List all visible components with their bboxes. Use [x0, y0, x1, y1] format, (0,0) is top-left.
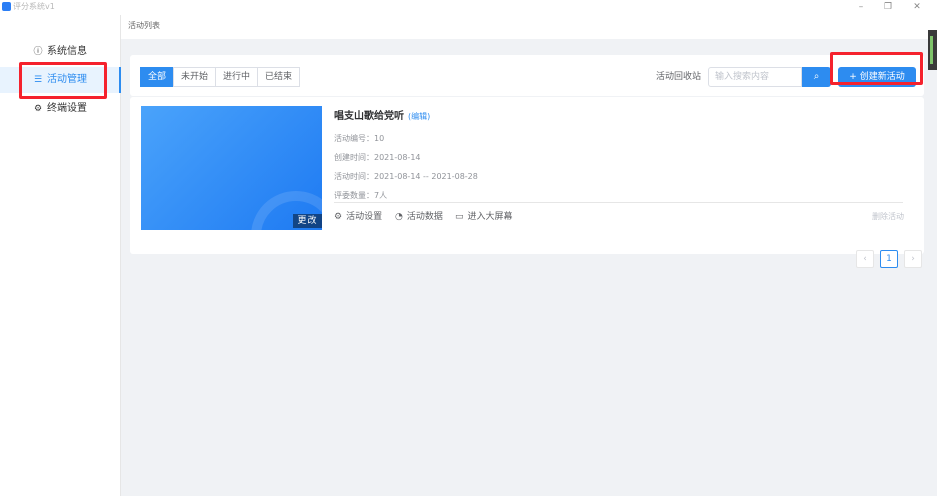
activity-cover-image: 更改 — [141, 106, 322, 230]
main-content: 活动列表 全部 未开始 进行中 已结束 活动回收站 ⌕ + 创建新活动 更改 唱… — [121, 15, 937, 496]
enter-big-screen-button[interactable]: ▭ 进入大屏幕 — [455, 210, 513, 224]
activity-info: 唱支山歌给党听 (编辑) 活动编号：10 创建时间：2021-08-14 活动时间… — [334, 109, 904, 222]
gear-icon: ⚙ — [334, 212, 343, 222]
sidebar-item-label: 系统信息 — [47, 46, 87, 57]
title-bar: 评分系统v1 – ❐ ✕ — [0, 0, 937, 15]
page-title: 活动列表 — [121, 15, 937, 39]
change-cover-button[interactable]: 更改 — [293, 214, 322, 228]
divider — [334, 202, 903, 203]
activity-id: 活动编号：10 — [334, 134, 385, 143]
toolbar: 全部 未开始 进行中 已结束 活动回收站 ⌕ + 创建新活动 — [130, 55, 924, 96]
activity-time-range: 活动时间：2021-08-14 -- 2021-08-28 — [334, 172, 478, 181]
next-page-button[interactable]: › — [904, 250, 922, 268]
status-tabs: 全部 未开始 进行中 已结束 — [140, 67, 301, 87]
search-button[interactable]: ⌕ — [802, 67, 831, 87]
pie-chart-icon: ◔ — [395, 212, 403, 222]
side-handle[interactable] — [928, 30, 937, 70]
tab-all[interactable]: 全部 — [140, 67, 175, 87]
search-input[interactable] — [708, 67, 802, 87]
page-number-1[interactable]: 1 — [880, 250, 898, 268]
activity-card: 更改 唱支山歌给党听 (编辑) 活动编号：10 创建时间：2021-08-14 活… — [130, 97, 924, 254]
restore-button[interactable]: ❐ — [881, 1, 895, 13]
tab-not-started[interactable]: 未开始 — [173, 67, 217, 87]
app-logo-icon — [2, 2, 11, 11]
prev-page-button[interactable]: ‹ — [856, 250, 874, 268]
tab-in-progress[interactable]: 进行中 — [215, 67, 259, 87]
tab-ended[interactable]: 已结束 — [257, 67, 301, 87]
highlight-box-sidebar — [19, 62, 107, 99]
monitor-icon: ▭ — [455, 212, 464, 222]
recycle-bin-link[interactable]: 活动回收站 — [656, 67, 701, 87]
activity-title: 唱支山歌给党听 — [334, 111, 404, 122]
minimize-button[interactable]: – — [854, 1, 868, 13]
activity-data-button[interactable]: ◔ 活动数据 — [395, 210, 443, 224]
info-circle-icon: ⓘ — [33, 47, 43, 57]
close-button[interactable]: ✕ — [910, 1, 924, 13]
activity-actions: ⚙ 活动设置 ◔ 活动数据 ▭ 进入大屏幕 删除活动 — [334, 210, 904, 224]
gear-icon: ⚙ — [33, 104, 43, 114]
window-title: 评分系统v1 — [13, 2, 55, 11]
judge-count: 评委数量：7人 — [334, 191, 388, 200]
edit-activity-link[interactable]: (编辑) — [408, 112, 430, 121]
activity-created-time: 创建时间：2021-08-14 — [334, 153, 421, 162]
activity-settings-button[interactable]: ⚙ 活动设置 — [334, 210, 382, 224]
highlight-box-create — [830, 52, 923, 85]
sidebar-item-label: 终端设置 — [47, 103, 87, 114]
search-icon: ⌕ — [813, 71, 820, 82]
sidebar-item-terminal-settings[interactable]: ⚙ 终端设置 — [0, 96, 121, 122]
delete-activity-link[interactable]: 删除活动 — [872, 210, 904, 224]
